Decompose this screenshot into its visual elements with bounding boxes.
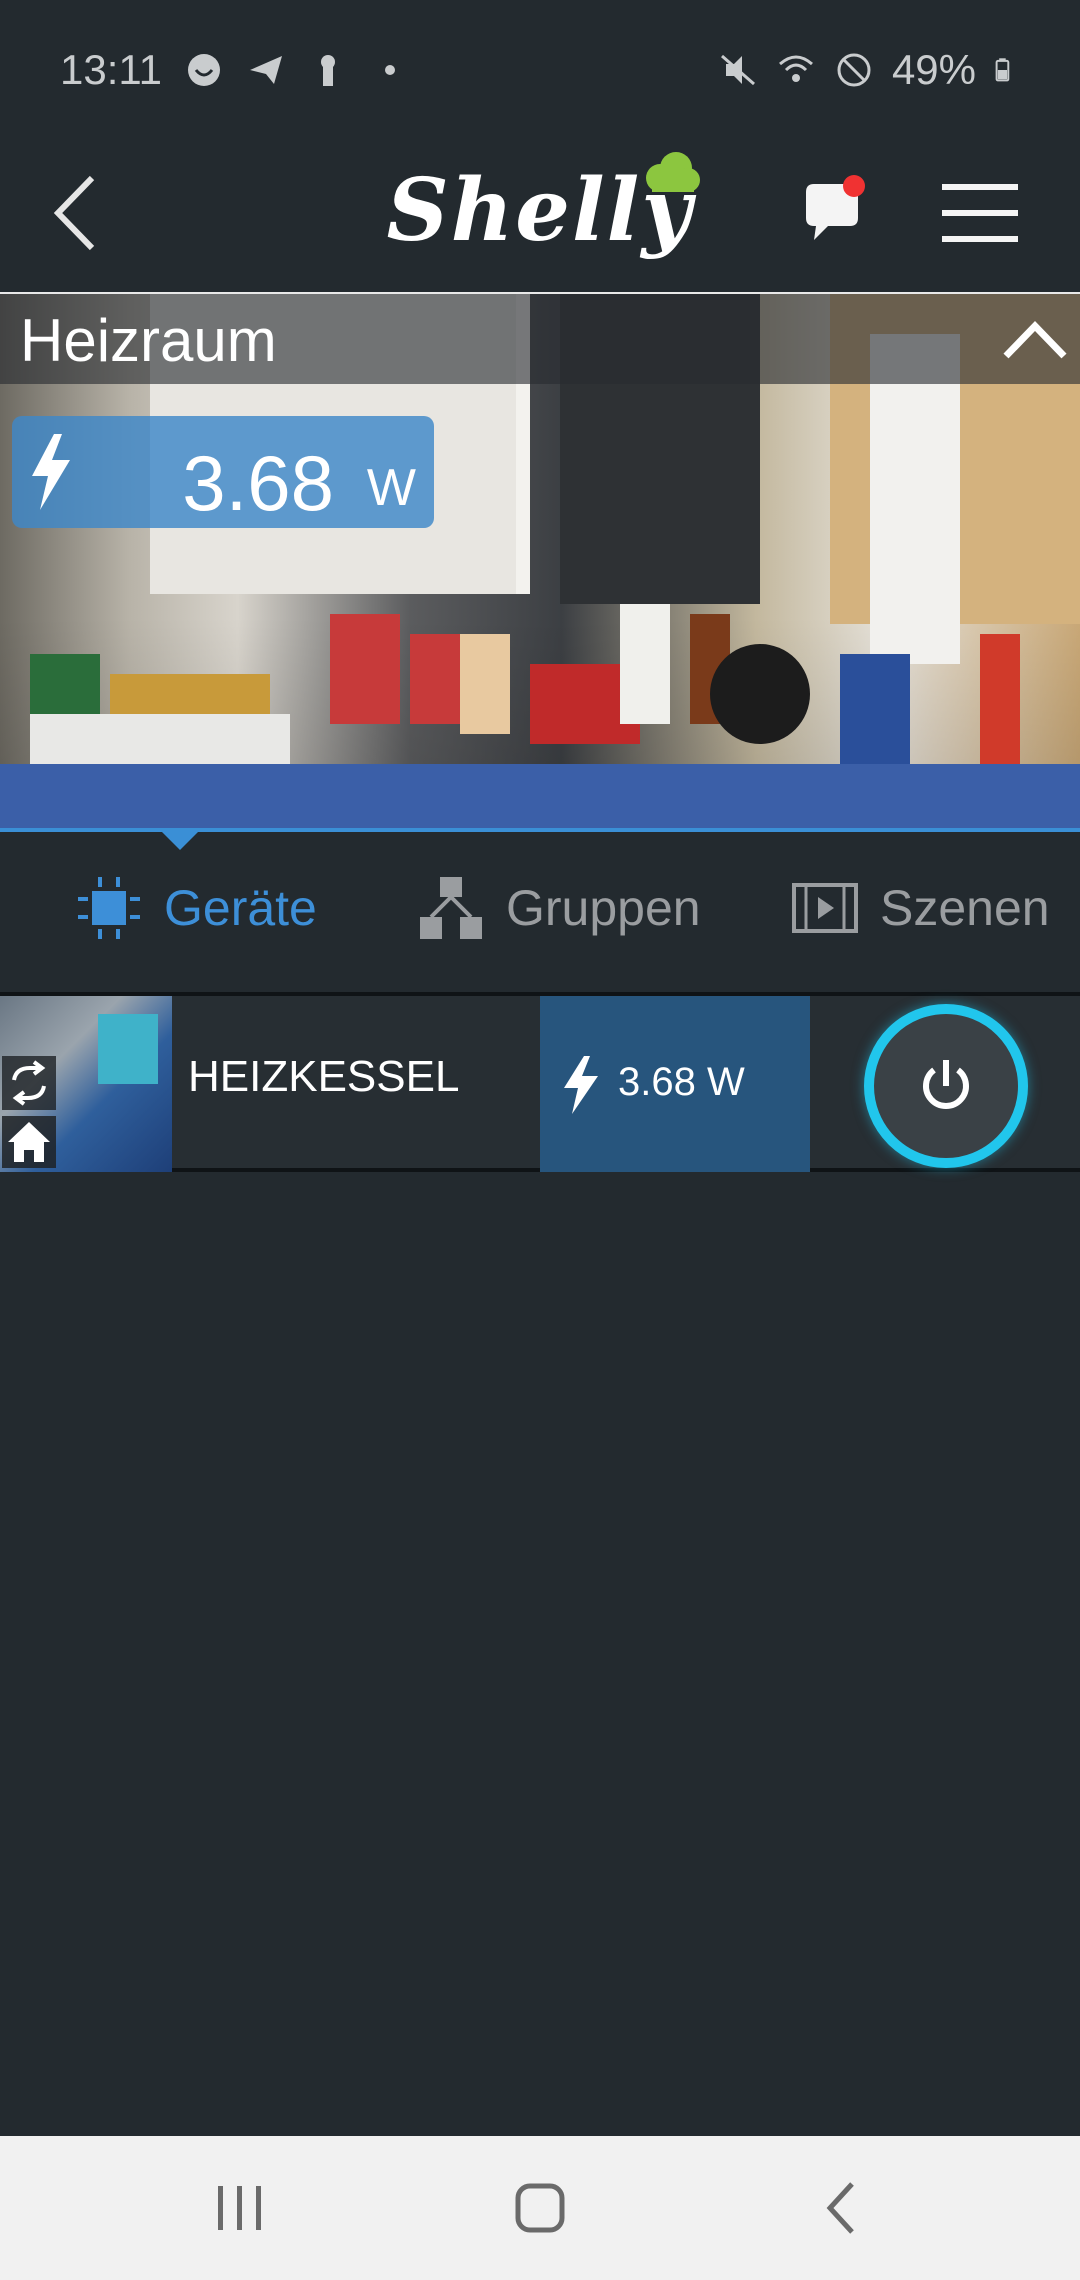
tab-bar: Geräte Gruppen Szenen [0, 832, 1080, 980]
workbench-items [30, 604, 1020, 764]
status-bar: 13:11 49% [0, 0, 1080, 140]
system-nav-bar [0, 2136, 1080, 2280]
room-power-unit: W [366, 459, 416, 517]
room-power-badge: 3.68 W [12, 416, 434, 528]
device-power-badge: 3.68 W [540, 996, 810, 1172]
battery-icon [995, 58, 1010, 82]
tab-devices[interactable]: Geräte [74, 868, 317, 948]
power-toggle-button[interactable] [864, 1004, 1028, 1168]
active-tab-pointer [162, 832, 198, 850]
groups-icon [420, 877, 482, 939]
tab-scenes-label: Szenen [880, 880, 1050, 936]
send-icon [250, 56, 282, 84]
back-arrow-icon[interactable] [48, 168, 108, 258]
home-icon[interactable] [2, 1116, 56, 1168]
tab-groups[interactable]: Gruppen [416, 868, 701, 948]
no-disturb-icon [837, 53, 871, 87]
recents-icon[interactable] [184, 2172, 294, 2244]
workbench-surface [0, 764, 1080, 828]
room-title: Heizraum [20, 307, 277, 374]
device-list: HEIZKESSEL 3.68 W [0, 980, 1080, 2136]
lightning-icon [564, 1056, 598, 1114]
film-icon [792, 883, 858, 933]
home-nav-icon[interactable] [486, 2172, 596, 2244]
device-row[interactable]: HEIZKESSEL 3.68 W [0, 992, 1080, 1172]
device-name: HEIZKESSEL [188, 1052, 460, 1101]
shelly-logo: Shelly [370, 150, 710, 280]
keyhole-icon [321, 55, 335, 86]
device-thumbnail-detail [98, 1014, 158, 1084]
device-thumbnail [0, 996, 172, 1172]
notification-dot [843, 175, 865, 197]
sync-icon[interactable] [2, 1056, 56, 1110]
notifications-chat-icon[interactable] [800, 170, 870, 250]
room-hero-image: Heizraum 3.68 W [0, 292, 1080, 832]
battery-percent: 49% [891, 46, 976, 93]
mute-icon [720, 54, 755, 86]
dot-icon [385, 65, 395, 75]
tab-devices-label: Geräte [164, 880, 317, 936]
power-icon [923, 1060, 969, 1109]
hamburger-menu-icon[interactable] [940, 178, 1020, 248]
room-title-bar: Heizraum [0, 294, 1080, 384]
app-header: Shelly [0, 140, 1080, 292]
cloud-icon [646, 152, 700, 192]
tab-scenes[interactable]: Szenen [790, 868, 1050, 948]
tab-groups-label: Gruppen [506, 880, 701, 936]
status-time: 13:11 [60, 46, 162, 93]
lightning-icon [32, 434, 70, 510]
back-nav-icon[interactable] [788, 2172, 898, 2244]
device-power-value: 3.68 W [618, 1060, 745, 1104]
room-power-value: 3.68 [182, 439, 334, 527]
wifi-icon [778, 55, 813, 82]
face-icon [188, 54, 220, 86]
chip-icon [78, 877, 140, 939]
chevron-up-icon[interactable] [1000, 314, 1070, 364]
